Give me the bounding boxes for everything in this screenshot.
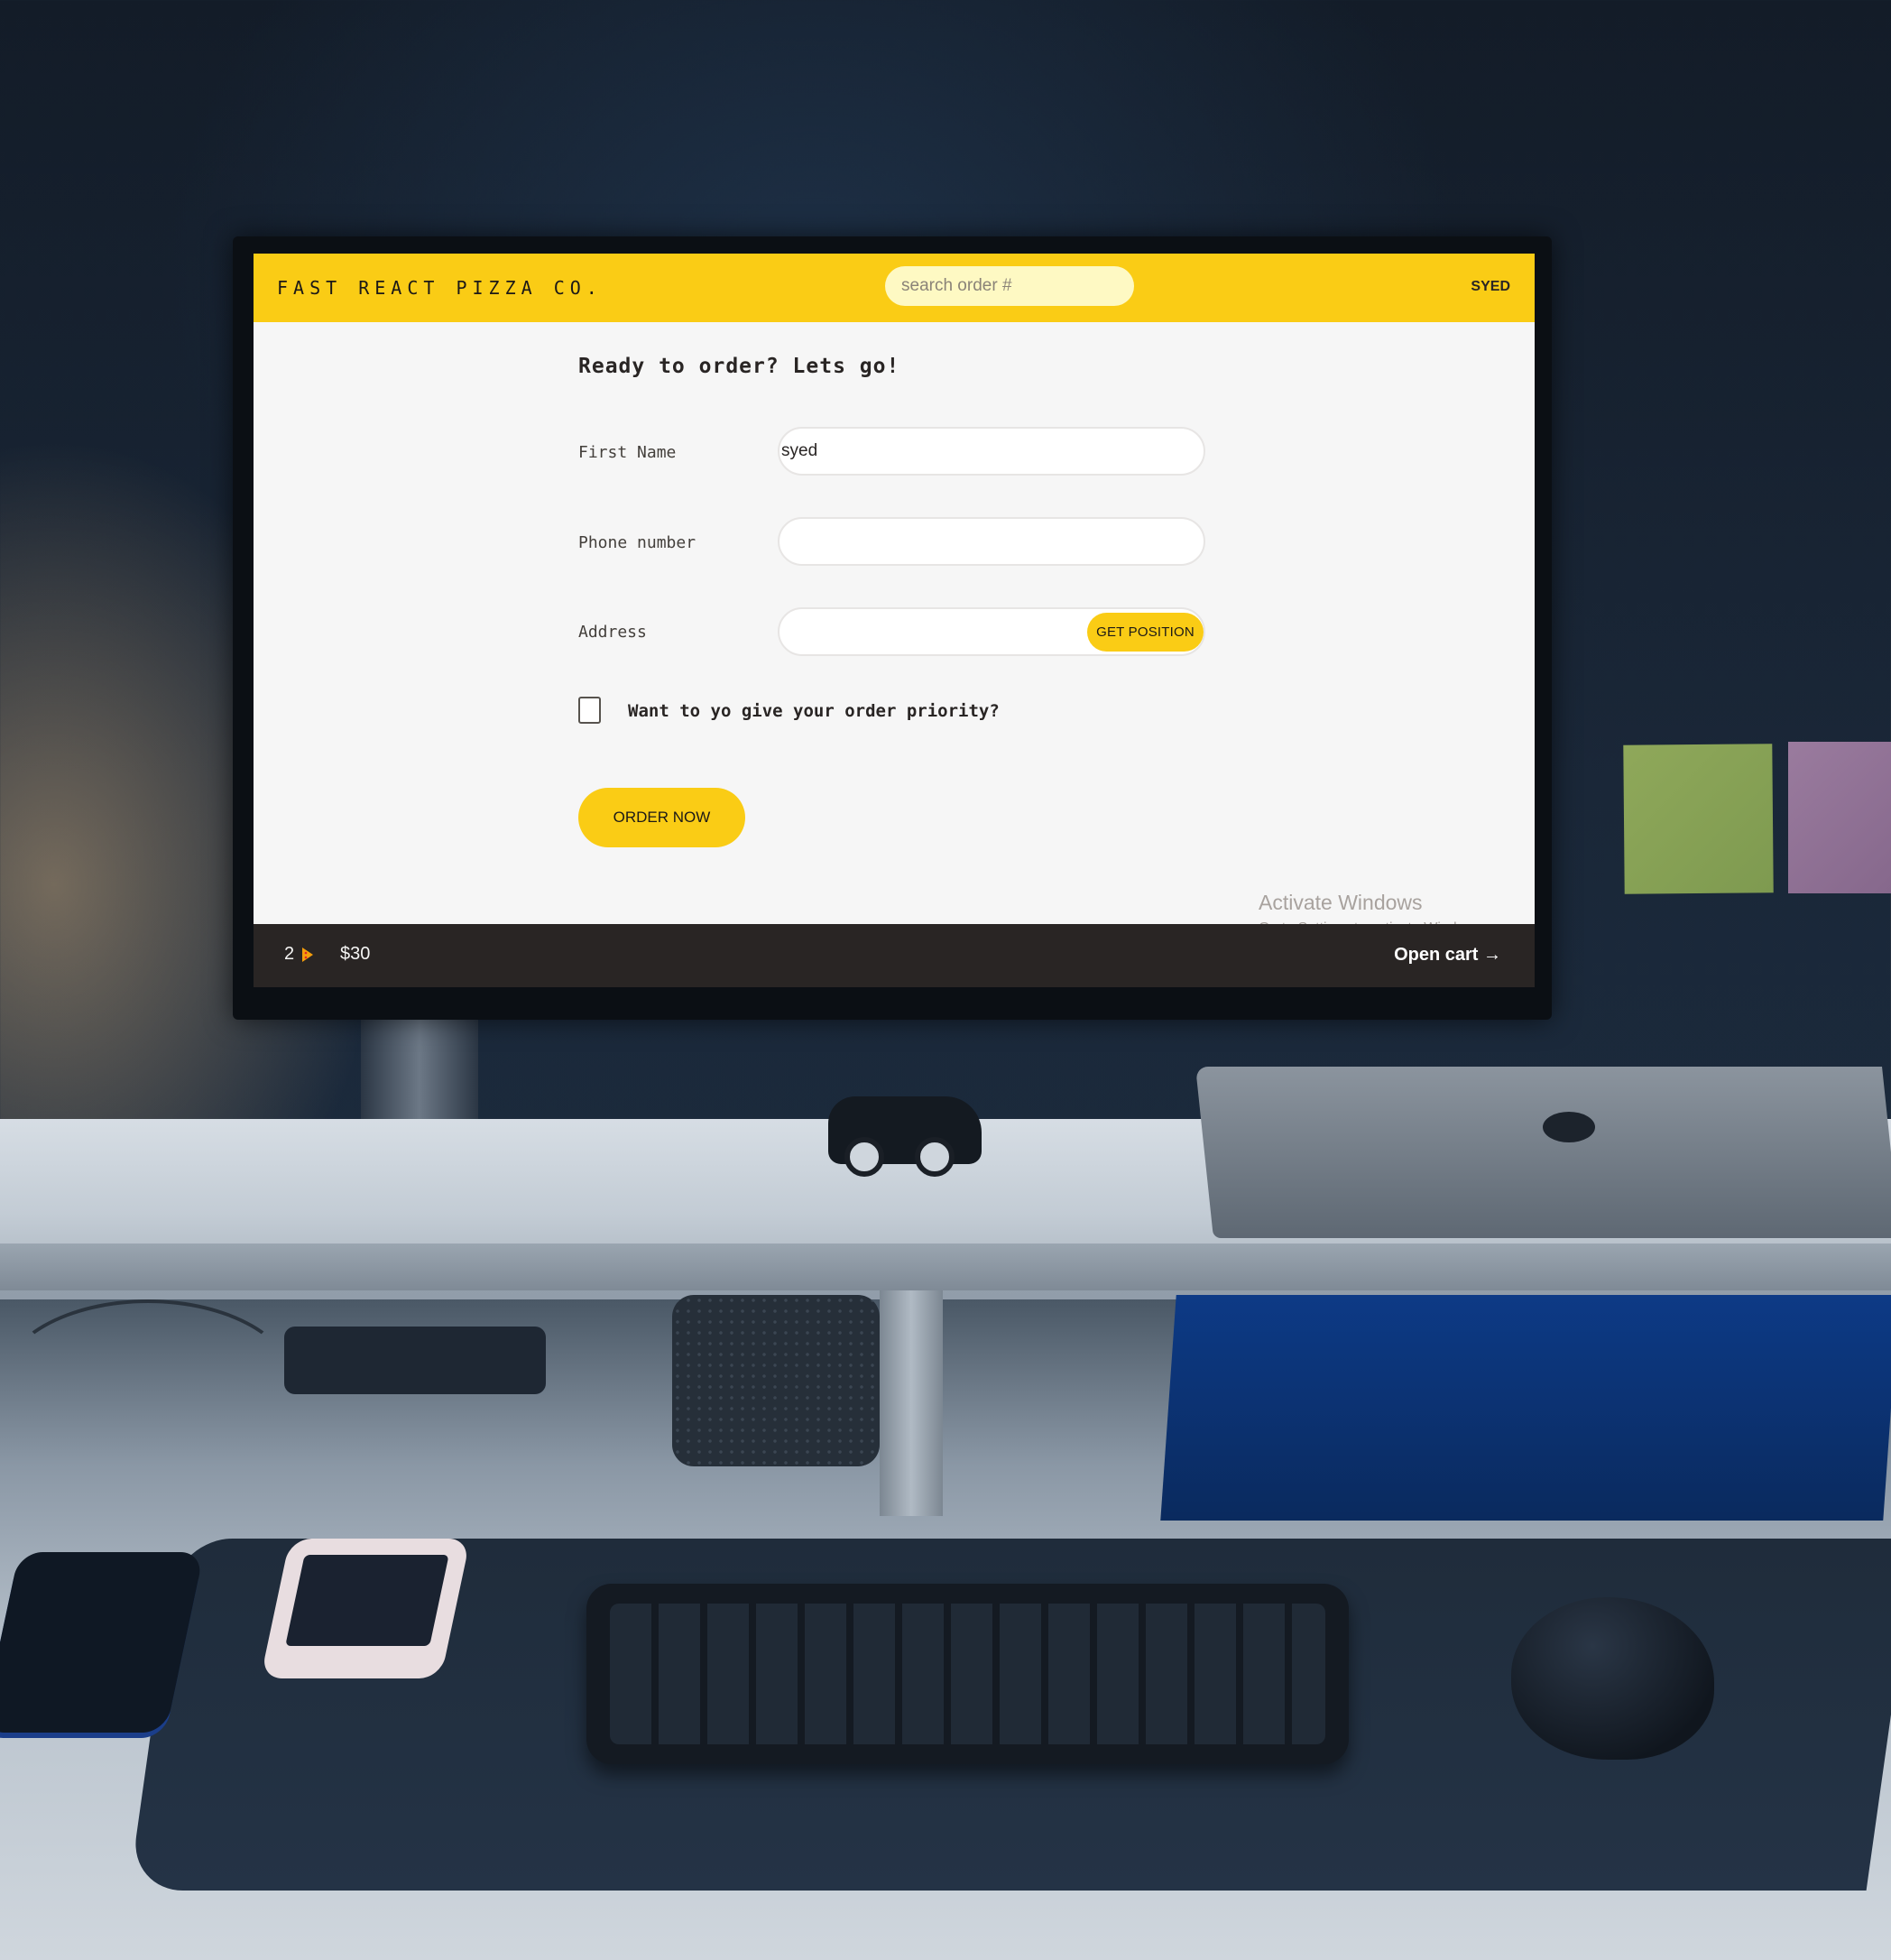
search-order-input[interactable]	[885, 266, 1134, 306]
open-cart-link[interactable]: Open cart →	[1394, 945, 1501, 966]
get-position-button[interactable]: GET POSITION	[1087, 613, 1204, 652]
pizza-icon	[302, 948, 313, 962]
tablet	[1160, 1295, 1891, 1521]
first-name-input[interactable]	[778, 427, 1205, 476]
phone-white	[260, 1539, 471, 1678]
first-name-label-text: First Name	[578, 443, 677, 462]
sticky-note-pink	[1788, 742, 1891, 893]
priority-label: Want to yo give your order priority?	[628, 701, 1000, 721]
order-now-button[interactable]: ORDER NOW	[578, 788, 745, 847]
priority-checkbox[interactable]	[578, 697, 601, 724]
cart-total-price: $30	[340, 944, 371, 964]
toy-car	[828, 1096, 982, 1177]
sticky-note-green	[1623, 744, 1774, 894]
cable	[0, 1299, 296, 1469]
cart-item-count: 2	[284, 944, 295, 964]
app-header: FAST REACT PIZZA CO. SYED	[254, 254, 1535, 322]
keyboard	[586, 1584, 1349, 1764]
monitor-foot	[284, 1327, 546, 1394]
laptop-logo	[1543, 1112, 1595, 1142]
watermark-title: Activate Windows	[1259, 891, 1423, 914]
username: SYED	[1471, 279, 1510, 294]
app-screen: FAST REACT PIZZA CO. SYED Ready to order…	[254, 254, 1535, 987]
page-title: Ready to order? Lets go!	[578, 355, 900, 378]
address-label: Address	[578, 623, 647, 642]
phone-label: Phone number	[578, 533, 696, 552]
laptop	[1195, 1067, 1891, 1238]
desk-shelf-leg	[880, 1290, 943, 1516]
desk-shelf-edge	[0, 1243, 1891, 1290]
app-logo[interactable]: FAST REACT PIZZA CO.	[277, 277, 603, 299]
speaker	[672, 1295, 880, 1466]
cart-overview-bar: 2 $30 Open cart →	[254, 924, 1535, 987]
phone-input[interactable]	[778, 517, 1205, 566]
